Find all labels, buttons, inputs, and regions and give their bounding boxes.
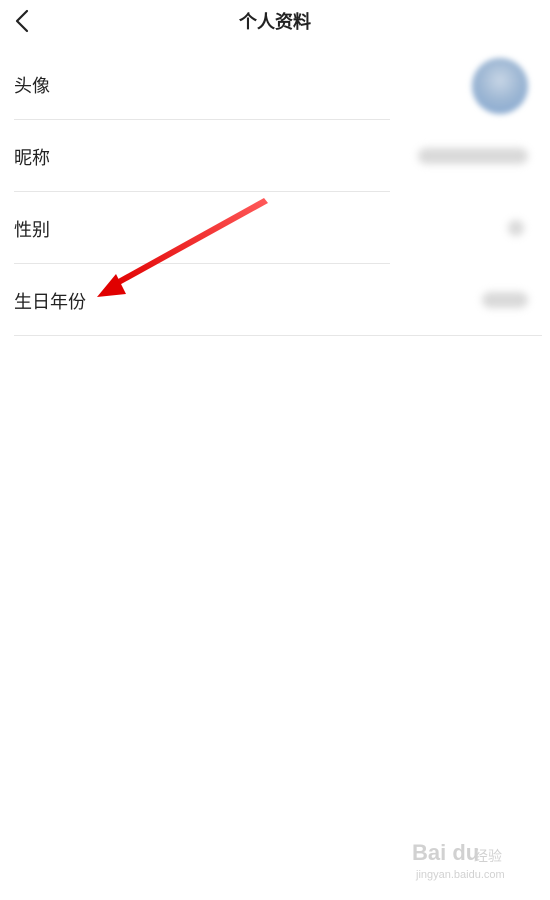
watermark-sub: 经验: [474, 849, 502, 865]
row-divider: [14, 335, 542, 336]
nickname-value-blurred: [418, 148, 528, 164]
baidu-watermark: Bai du 经验 jingyan.baidu.com: [412, 836, 522, 886]
row-label-avatar: 头像: [14, 76, 50, 97]
watermark-brand: Bai du: [412, 840, 480, 865]
row-label-gender: 性别: [14, 220, 50, 241]
row-label-nickname: 昵称: [14, 148, 50, 169]
row-avatar[interactable]: 头像: [14, 48, 542, 120]
row-label-birth-year: 生日年份: [14, 292, 86, 313]
avatar[interactable]: [472, 58, 528, 114]
watermark-url: jingyan.baidu.com: [416, 869, 505, 881]
profile-list: 头像 昵称 性别 生日年份: [14, 48, 542, 336]
row-birth-year[interactable]: 生日年份: [14, 264, 542, 336]
row-gender[interactable]: 性别: [14, 192, 542, 264]
row-nickname[interactable]: 昵称: [14, 120, 542, 192]
gender-value-blurred: [508, 220, 524, 236]
page-title: 个人资料: [239, 12, 311, 33]
top-bar: 个人资料: [0, 0, 550, 44]
birth-year-value-blurred: [482, 292, 528, 308]
